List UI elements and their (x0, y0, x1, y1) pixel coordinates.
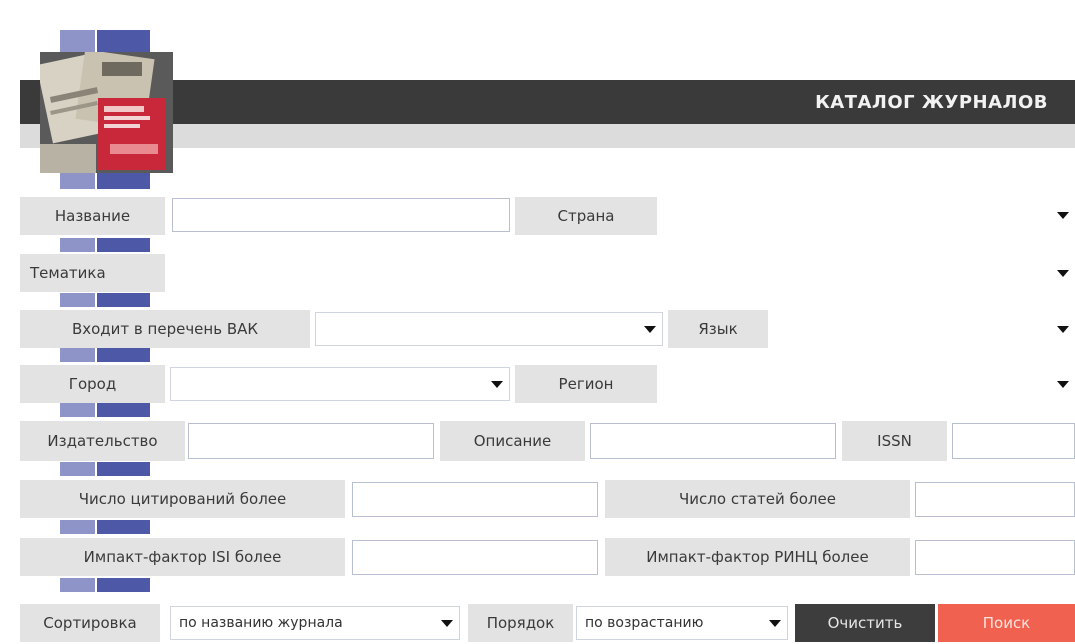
deco-block (60, 462, 95, 476)
rinc-label: Импакт-фактор РИНЦ более (605, 538, 910, 576)
articles-input[interactable] (915, 482, 1075, 517)
publisher-input[interactable] (188, 423, 434, 459)
chevron-down-icon (1057, 269, 1069, 277)
description-label: Описание (440, 421, 585, 461)
name-label: Название (20, 197, 165, 235)
deco-block (60, 173, 95, 189)
country-select[interactable] (662, 198, 1075, 232)
city-select[interactable] (170, 367, 510, 401)
logo-image (40, 52, 173, 173)
topic-select[interactable] (170, 256, 1075, 290)
chevron-down-icon (1057, 211, 1069, 219)
name-input[interactable] (172, 198, 510, 232)
description-input[interactable] (590, 423, 836, 459)
issn-input[interactable] (952, 423, 1075, 459)
vak-label: Входит в перечень ВАК (20, 310, 310, 348)
deco-block (97, 173, 150, 189)
articles-label: Число статей более (605, 480, 910, 518)
deco-block (60, 403, 95, 417)
deco-block (97, 403, 150, 417)
region-select[interactable] (662, 367, 1075, 401)
chevron-down-icon (644, 325, 656, 333)
rinc-input[interactable] (915, 540, 1075, 575)
vak-select[interactable] (315, 312, 663, 346)
isi-label: Импакт-фактор ISI более (20, 538, 345, 576)
topic-label: Тематика (20, 254, 165, 292)
deco-block (97, 520, 150, 534)
header-sub-bar (20, 124, 1075, 148)
chevron-down-icon (1057, 380, 1069, 388)
clear-button[interactable]: Очистить (795, 604, 935, 642)
language-select[interactable] (773, 312, 1075, 346)
magazines-collage-icon (40, 52, 173, 173)
isi-input[interactable] (352, 540, 598, 575)
language-label: Язык (668, 310, 768, 348)
chevron-down-icon (1057, 325, 1069, 333)
deco-block (60, 30, 95, 52)
chevron-down-icon (769, 619, 781, 627)
publisher-label: Издательство (20, 421, 185, 461)
search-button[interactable]: Поиск (938, 604, 1075, 642)
page-title: КАТАЛОГ ЖУРНАЛОВ (815, 92, 1048, 113)
city-label: Город (20, 365, 165, 403)
deco-block (60, 348, 95, 362)
order-label: Порядок (468, 604, 573, 642)
deco-block (97, 462, 150, 476)
sort-select-value: по названию журнала (179, 615, 343, 631)
region-label: Регион (515, 365, 657, 403)
citations-input[interactable] (352, 482, 598, 517)
sort-label: Сортировка (20, 604, 160, 642)
sort-select[interactable]: по названию журнала (170, 606, 460, 640)
order-select-value: по возрастанию (585, 615, 704, 631)
chevron-down-icon (491, 380, 503, 388)
deco-block (97, 578, 150, 592)
citations-label: Число цитирований более (20, 480, 345, 518)
deco-block (97, 293, 150, 307)
deco-block (60, 578, 95, 592)
issn-label: ISSN (842, 421, 947, 461)
order-select[interactable]: по возрастанию (576, 606, 788, 640)
deco-block (60, 293, 95, 307)
country-label: Страна (515, 197, 657, 235)
deco-block (60, 238, 95, 252)
deco-block (97, 30, 150, 52)
deco-block (60, 520, 95, 534)
chevron-down-icon (441, 619, 453, 627)
deco-block (97, 348, 150, 362)
deco-block (97, 238, 150, 252)
